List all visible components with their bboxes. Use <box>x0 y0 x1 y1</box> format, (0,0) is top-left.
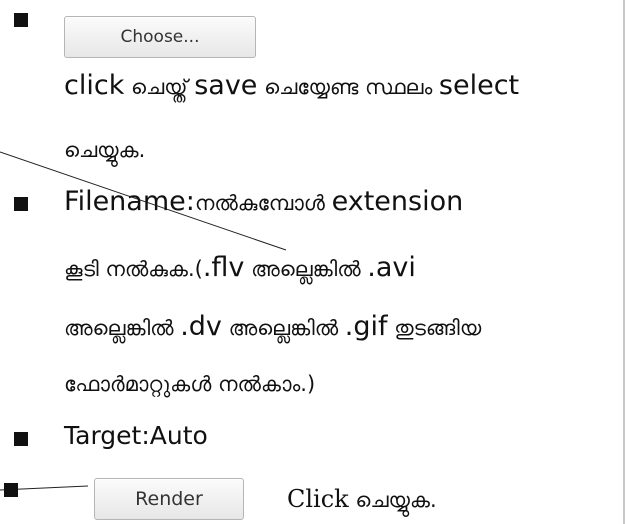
bullet-2 <box>14 197 28 211</box>
nalkumbol-text: നൽകുമ്പോൾ <box>194 191 332 215</box>
cheyyuka-text: ചെയ്യുക. <box>348 488 437 512</box>
cheyyenda-text: ചെയ്യേണ്ട സ്ഥലം <box>257 75 439 99</box>
bullet-3 <box>14 432 28 446</box>
bullet-1 <box>14 13 28 27</box>
item1-line1: click ചെയ്ത് save ചെയ്യേണ്ട സ്ഥലം select <box>64 70 519 101</box>
item2-line3: അല്ലെങ്കിൽ .dv അല്ലെങ്കിൽ .gif തുടങ്ങിയ <box>64 311 481 342</box>
ext-gif: .gif <box>344 311 388 342</box>
select-text: select <box>438 70 520 101</box>
item2-line1: Filename:നൽകുമ്പോൾ extension <box>64 186 463 217</box>
render-button[interactable]: Render <box>94 478 244 520</box>
allenkil-1: അല്ലെങ്കിൽ <box>244 257 368 281</box>
koodi-text: കൂടി നൽകുക.( <box>64 257 203 281</box>
click-text: click <box>64 70 125 101</box>
cheyth-text: ചെയ്ത് <box>124 75 195 99</box>
choose-button[interactable]: Choose... <box>64 16 256 58</box>
bullet-4 <box>4 483 18 497</box>
item4-line: Click ചെയ്യുക. <box>287 485 437 513</box>
item1-line2: ചെയ്യുക. <box>64 138 146 162</box>
target-auto-text: Target:Auto <box>64 421 208 450</box>
ext-dv: .dv <box>180 311 222 342</box>
extension-text: extension <box>331 186 464 217</box>
ext-flv: .flv <box>202 252 245 283</box>
filename-label: Filename: <box>64 186 195 217</box>
ext-avi: .avi <box>367 252 416 283</box>
allenkil-3: അല്ലെങ്കിൽ <box>221 316 345 340</box>
item2-line4: ഫോർമാറ്റുകൾ നൽകാം.) <box>64 372 316 396</box>
click-word: Click <box>287 485 349 513</box>
save-text: save <box>194 70 258 101</box>
item2-line2: കൂടി നൽകുക.(.flv അല്ലെങ്കിൽ .avi <box>64 252 416 283</box>
allenkil-2: അല്ലെങ്കിൽ <box>64 316 181 340</box>
thudangiya-text: തുടങ്ങിയ <box>387 316 482 340</box>
